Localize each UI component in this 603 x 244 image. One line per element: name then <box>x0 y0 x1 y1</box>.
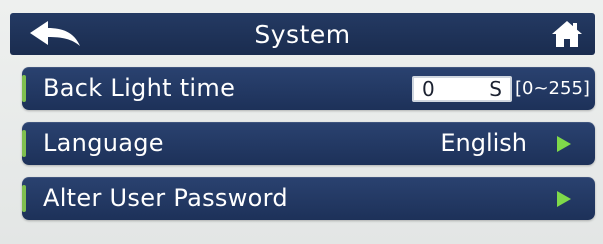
backlight-range: [0~255] <box>515 78 590 99</box>
backlight-label: Back Light time <box>43 74 236 102</box>
home-icon[interactable] <box>551 18 583 50</box>
backlight-value: 0 <box>422 77 435 101</box>
setting-row-password[interactable]: Alter User Password <box>22 177 595 220</box>
password-label: Alter User Password <box>43 184 288 212</box>
system-screen: System Back Light time 0 S [0~255] Langu… <box>0 0 603 244</box>
play-arrow-icon[interactable] <box>557 191 571 207</box>
back-arrow-icon[interactable] <box>28 19 82 49</box>
language-value: English <box>440 129 527 157</box>
backlight-unit: S <box>489 77 502 101</box>
play-arrow-icon[interactable] <box>557 136 571 152</box>
setting-row-language[interactable]: Language English <box>22 122 595 165</box>
language-label: Language <box>43 129 164 157</box>
title-bar: System <box>10 13 595 55</box>
page-title: System <box>254 19 351 49</box>
backlight-time-input[interactable]: 0 S <box>412 76 512 102</box>
setting-row-backlight[interactable]: Back Light time 0 S [0~255] <box>22 67 595 110</box>
